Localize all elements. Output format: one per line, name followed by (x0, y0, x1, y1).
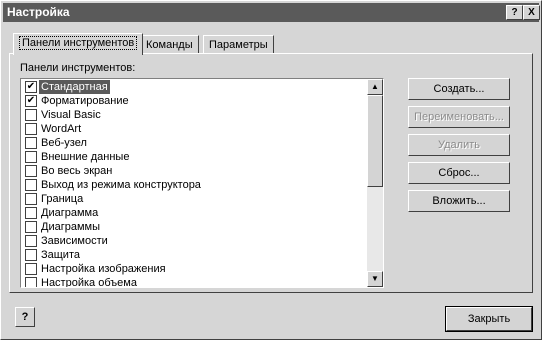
list-item[interactable]: Выход из режима конструктора (23, 178, 378, 192)
checkbox[interactable] (25, 137, 37, 149)
list-item[interactable]: Зависимости (23, 234, 378, 248)
toolbars-list-label: Панели инструментов: (20, 62, 136, 74)
list-item-label: Диаграмма (41, 207, 99, 219)
list-item-label: Зависимости (41, 235, 108, 247)
tab-commands[interactable]: Команды (140, 35, 199, 54)
list-item[interactable]: Visual Basic (23, 108, 378, 122)
list-item-label: Внешние данные (41, 151, 130, 163)
tab-toolbars[interactable]: Панели инструментов (13, 33, 144, 55)
list-item-label: Веб-узел (41, 137, 87, 149)
list-item[interactable]: Диаграмма (23, 206, 378, 220)
help-title-button[interactable]: ? (506, 5, 523, 20)
rename-button[interactable]: Переименовать... (408, 106, 510, 128)
list-item-label: Настройка изображения (41, 263, 166, 275)
list-item[interactable]: Настройка изображения (23, 262, 378, 276)
close-button[interactable]: Закрыть (445, 306, 533, 332)
list-item-label: Диаграммы (41, 221, 100, 233)
list-item[interactable]: WordArt (23, 122, 378, 136)
list-item[interactable]: Настройка объема (23, 276, 378, 288)
checkbox[interactable] (25, 221, 37, 233)
tab-options-label: Параметры (209, 39, 268, 51)
toolbars-list[interactable]: Настройка объема Настройка изображения Защ… (20, 78, 384, 288)
list-item-label: Настройка объема (41, 277, 137, 288)
list-item-label: Во весь экран (41, 165, 113, 177)
checkbox[interactable] (25, 249, 37, 261)
list-item[interactable]: Защита (23, 248, 378, 262)
checkbox[interactable] (25, 179, 37, 191)
delete-button[interactable]: Удалить (408, 134, 510, 156)
list-item-label: Граница (41, 193, 84, 205)
scroll-thumb[interactable] (367, 95, 383, 187)
checkbox[interactable]: ✔ (25, 81, 37, 93)
vertical-scrollbar[interactable]: ▲ ▼ (367, 79, 383, 287)
checkbox[interactable]: ✔ (25, 95, 37, 107)
checkbox[interactable] (25, 123, 37, 135)
list-item[interactable]: ✔ Стандартная (23, 80, 378, 94)
checkbox[interactable] (25, 235, 37, 247)
list-item[interactable]: ✔ Форматирование (23, 94, 378, 108)
create-button[interactable]: Создать... (408, 78, 510, 100)
window-title: Настройка (7, 5, 70, 19)
tab-commands-label: Команды (146, 39, 193, 51)
checkbox[interactable] (25, 263, 37, 275)
list-item[interactable]: Во весь экран (23, 164, 378, 178)
list-item[interactable]: Веб-узел (23, 136, 378, 150)
list-item[interactable]: Диаграммы (23, 220, 378, 234)
list-item[interactable]: Внешние данные (23, 150, 378, 164)
customize-dialog: Настройка ? X Панели инструментов Команд… (0, 0, 542, 340)
title-bar: Настройка ? X (3, 3, 540, 22)
checkbox[interactable] (25, 193, 37, 205)
checkbox[interactable] (25, 151, 37, 163)
close-title-button[interactable]: X (523, 5, 540, 20)
list-item-label: Защита (41, 249, 80, 261)
scroll-up-arrow-icon[interactable]: ▲ (367, 79, 383, 95)
list-item[interactable]: Граница (23, 192, 378, 206)
scroll-down-arrow-icon[interactable]: ▼ (367, 271, 383, 287)
checkbox[interactable] (25, 165, 37, 177)
list-item-label: Форматирование (41, 95, 129, 107)
reset-button[interactable]: Сброс... (408, 162, 510, 184)
checkbox[interactable] (25, 109, 37, 121)
checkbox[interactable] (25, 207, 37, 219)
list-item-label: WordArt (41, 123, 82, 135)
tab-panel: Панели инструментов: Настройка объема Нас… (9, 53, 533, 293)
tab-options[interactable]: Параметры (203, 35, 274, 54)
list-item-label: Выход из режима конструктора (41, 179, 201, 191)
list-item-label: Visual Basic (41, 109, 101, 121)
help-icon[interactable]: ? (15, 307, 35, 327)
tab-toolbars-label: Панели инструментов (19, 36, 138, 50)
checkbox[interactable] (25, 277, 37, 287)
attach-button[interactable]: Вложить... (408, 190, 510, 212)
list-item-label: Стандартная (39, 80, 110, 94)
